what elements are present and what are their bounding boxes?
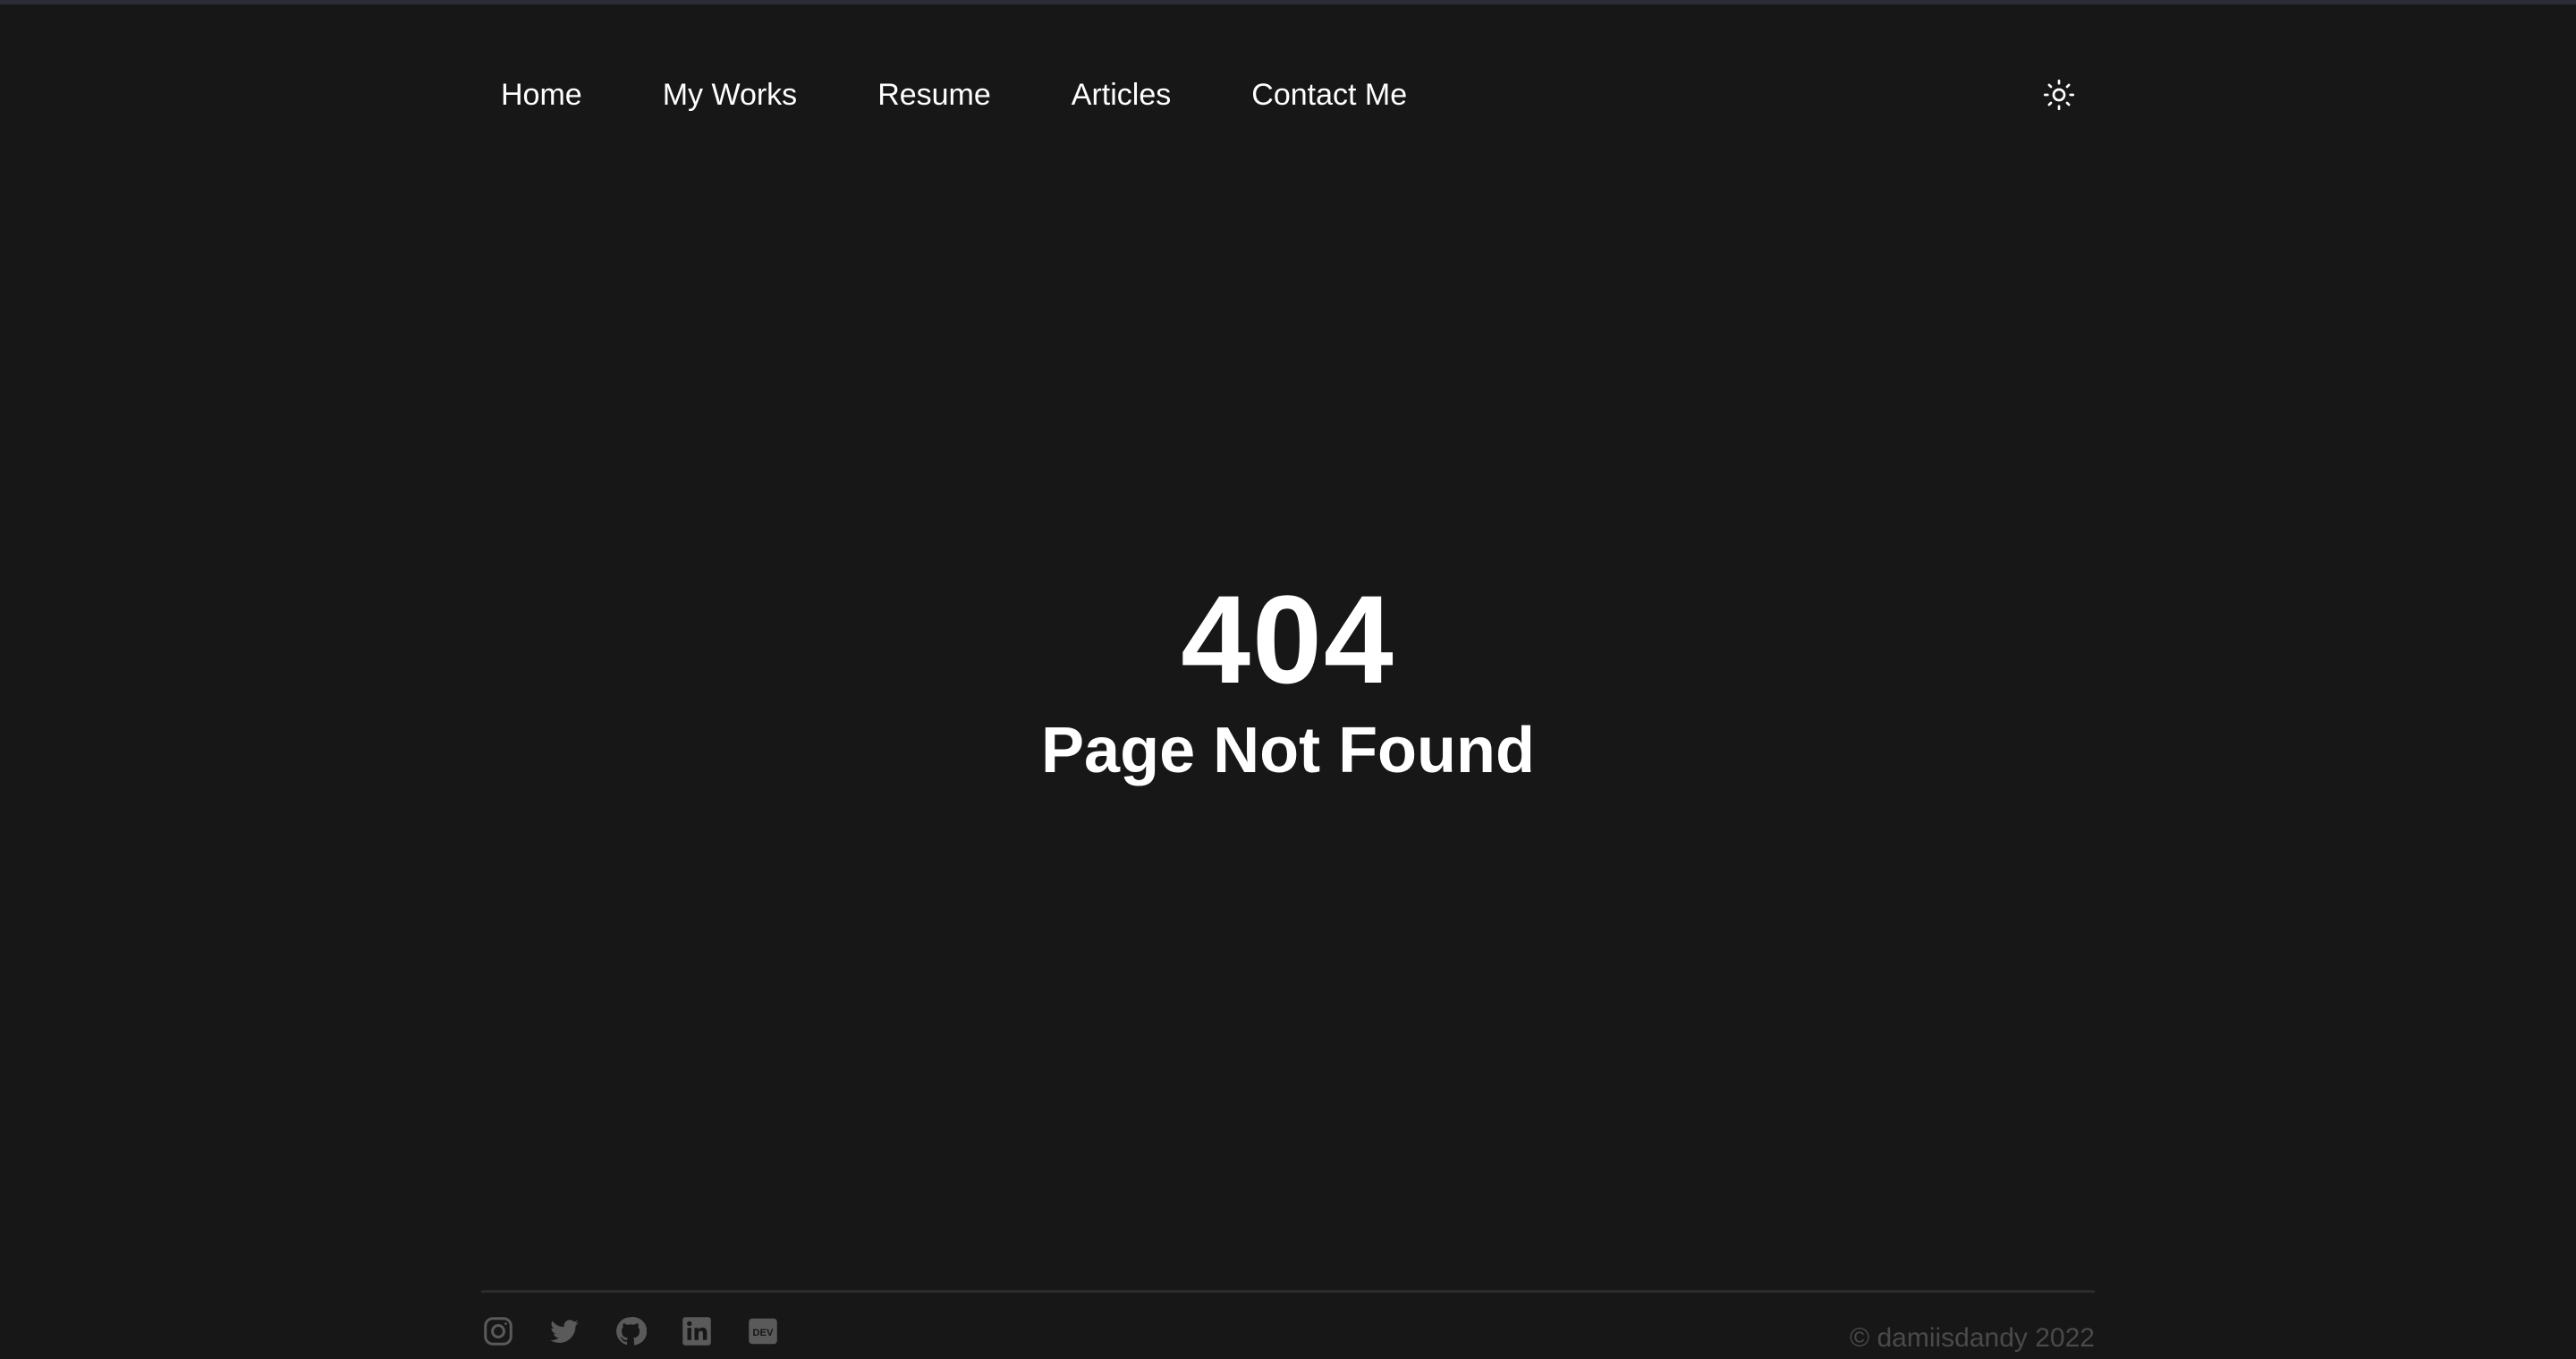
nav-link-resume[interactable]: Resume bbox=[877, 78, 991, 113]
dev-link[interactable]: DEV bbox=[746, 1314, 780, 1348]
error-code: 404 bbox=[1181, 569, 1395, 709]
copyright-text: © damiisdandy 2022 bbox=[1850, 1323, 2095, 1353]
page-container: Home My Works Resume Articles Contact Me… bbox=[481, 0, 2095, 1356]
top-nav: Home My Works Resume Articles Contact Me bbox=[481, 63, 2095, 127]
instagram-link[interactable] bbox=[481, 1314, 515, 1348]
footer: DEV © damiisdandy 2022 bbox=[481, 1290, 2095, 1359]
social-links: DEV bbox=[481, 1314, 812, 1348]
instagram-icon bbox=[484, 1317, 513, 1346]
sun-icon bbox=[2043, 79, 2075, 111]
linkedin-icon bbox=[682, 1317, 711, 1346]
twitter-link[interactable] bbox=[547, 1314, 581, 1348]
error-hero: 404 Page Not Found bbox=[481, 573, 2095, 791]
github-link[interactable] bbox=[614, 1314, 648, 1348]
dev-icon: DEV bbox=[749, 1318, 777, 1345]
nav-link-my-works[interactable]: My Works bbox=[663, 78, 797, 113]
dev-icon-text: DEV bbox=[752, 1328, 774, 1338]
nav-link-home[interactable]: Home bbox=[501, 78, 582, 113]
linkedin-link[interactable] bbox=[680, 1314, 714, 1348]
nav-links: Home My Works Resume Articles Contact Me bbox=[501, 78, 1487, 113]
github-icon bbox=[616, 1317, 647, 1346]
nav-link-contact-me[interactable]: Contact Me bbox=[1251, 78, 1407, 113]
theme-toggle-button[interactable] bbox=[2039, 75, 2079, 115]
error-message: Page Not Found bbox=[1041, 715, 1535, 786]
twitter-icon bbox=[550, 1320, 579, 1343]
nav-link-articles[interactable]: Articles bbox=[1072, 78, 1171, 113]
